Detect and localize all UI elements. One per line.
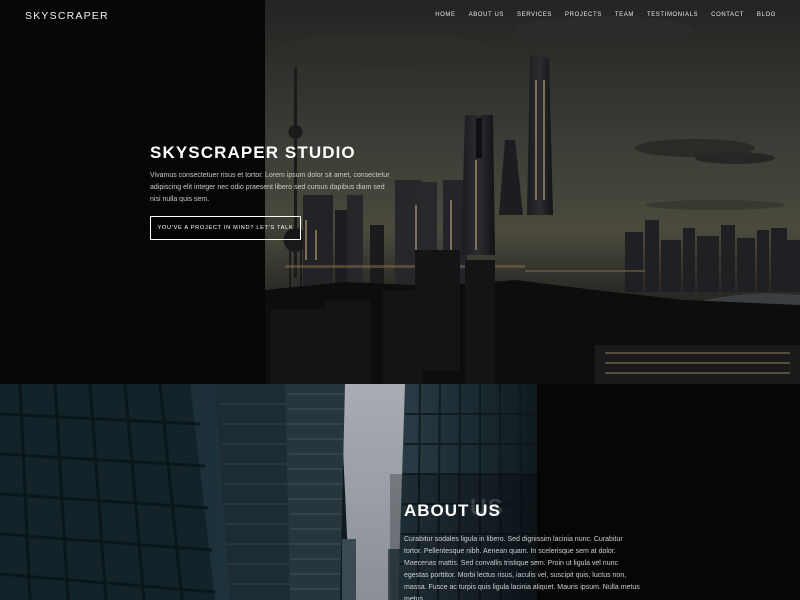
nav-item-home[interactable]: HOME — [435, 12, 455, 18]
nav-item-projects[interactable]: PROJECTS — [565, 12, 602, 18]
nav-item-testimonials[interactable]: TESTIMONIALS — [647, 12, 698, 18]
hero-section: SKYSCRAPER HOME ABOUT US SERVICES PROJEC… — [0, 0, 800, 384]
hero-description: Vivamus consectetuer risus et tortor. Lo… — [150, 172, 390, 203]
contact-cta-button[interactable]: YOU'VE A PROJECT IN MIND? LET'S TALK — [150, 216, 301, 240]
main-navigation: HOME ABOUT US SERVICES PROJECTS TEAM TES… — [435, 12, 776, 18]
hero-title: SKYSCRAPER STUDIO — [150, 143, 356, 162]
contact-cta-label: YOU'VE A PROJECT IN MIND? LET'S TALK — [157, 225, 294, 231]
nav-item-services[interactable]: SERVICES — [517, 12, 552, 18]
about-title: ABOUT US — [404, 501, 501, 520]
nav-item-contact[interactable]: CONTACT — [711, 12, 744, 18]
about-section: US ABOUT US Curabitur sodales ligula in … — [0, 384, 800, 600]
nav-item-about-us[interactable]: ABOUT US — [469, 12, 504, 18]
nav-item-team[interactable]: TEAM — [615, 12, 634, 18]
about-description: Curabitur sodales ligula in libero. Sed … — [404, 536, 640, 600]
site-logo[interactable]: SKYSCRAPER — [25, 10, 109, 22]
nav-item-blog[interactable]: BLOG — [757, 12, 776, 18]
